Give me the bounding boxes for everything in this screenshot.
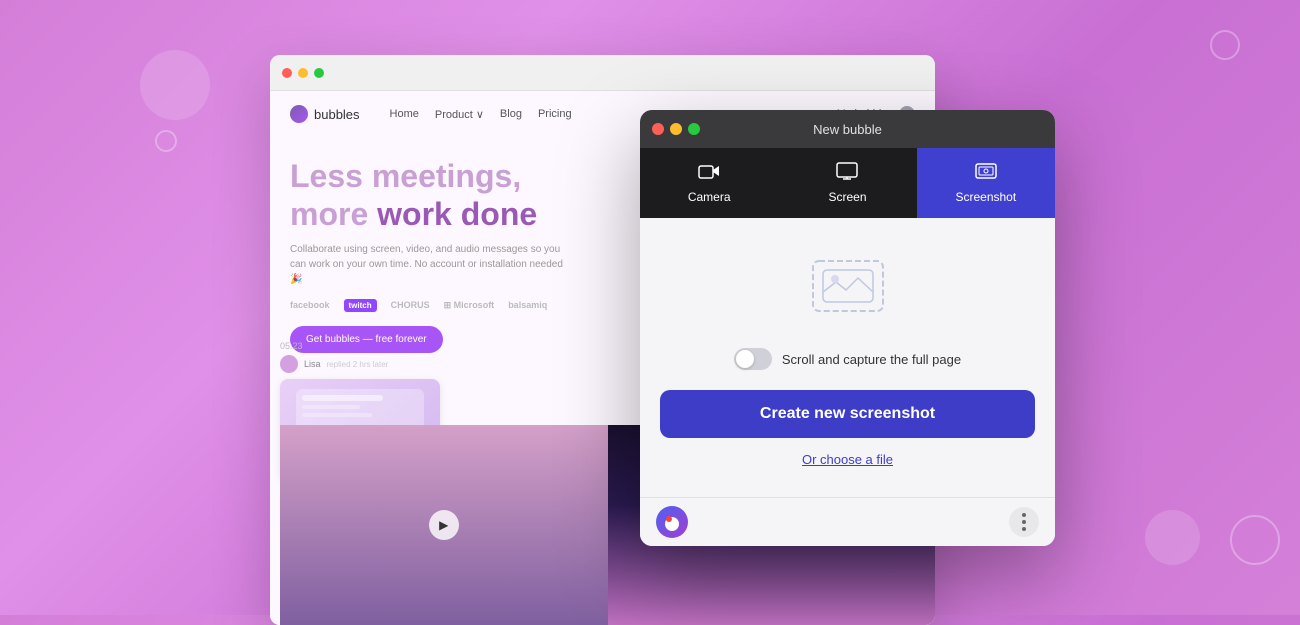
hero-description: Collaborate using screen, video, and aud… [290, 242, 570, 287]
chat-user-lisa: Lisa replied 2 hrs later [280, 355, 480, 373]
more-options-button[interactable] [1009, 507, 1039, 537]
popup-window: New bubble Camera Screen [640, 110, 1055, 546]
screenshot-preview-icon [808, 256, 888, 321]
screenshot-icon-area [808, 248, 888, 328]
camera-icon [698, 162, 720, 185]
toggle-label: Scroll and capture the full page [782, 352, 961, 367]
choose-file-link[interactable]: Or choose a file [802, 452, 893, 467]
logo-text: bubbles [314, 107, 360, 122]
bubbles-logo-footer [656, 506, 688, 538]
popup-window-controls [652, 123, 700, 135]
create-screenshot-button[interactable]: Create new screenshot [660, 390, 1035, 438]
bg-circle-outline-3 [1230, 515, 1280, 565]
nav-pricing[interactable]: Pricing [538, 108, 572, 121]
brand-balsamiq: balsamiq [508, 300, 547, 310]
bg-circle-1 [140, 50, 210, 120]
nav-blog[interactable]: Blog [500, 108, 522, 121]
chat-avatar-lisa [280, 355, 298, 373]
brand-facebook: facebook [290, 300, 330, 310]
browser-dot-yellow [298, 68, 308, 78]
tab-screenshot[interactable]: Screenshot [917, 148, 1055, 218]
brand-chorus: CHORUS [391, 300, 430, 310]
popup-footer [640, 497, 1055, 546]
brand-microsoft: ⊞ Microsoft [444, 300, 495, 311]
video-preview-1: ▶ [280, 425, 608, 625]
website-logo: bubbles [290, 105, 360, 123]
nav-links: Home Product ∨ Blog Pricing [390, 108, 572, 121]
more-dots-icon [1022, 513, 1026, 531]
tab-camera[interactable]: Camera [640, 148, 778, 218]
nav-home[interactable]: Home [390, 108, 419, 121]
popup-minimize-dot[interactable] [670, 123, 682, 135]
play-button[interactable]: ▶ [429, 510, 459, 540]
screen-icon [836, 162, 858, 185]
bg-circle-2 [1145, 510, 1200, 565]
nav-product[interactable]: Product ∨ [435, 108, 484, 121]
popup-close-dot[interactable] [652, 123, 664, 135]
scroll-capture-toggle[interactable] [734, 348, 772, 370]
browser-dot-red [282, 68, 292, 78]
toggle-row: Scroll and capture the full page [660, 348, 1035, 370]
popup-titlebar: New bubble [640, 110, 1055, 148]
tab-screen-label: Screen [828, 190, 866, 204]
popup-body: Scroll and capture the full page Create … [640, 218, 1055, 497]
browser-topbar [270, 55, 935, 91]
tab-camera-label: Camera [688, 190, 731, 204]
person-video: ▶ [280, 425, 608, 625]
brand-twitch: twitch [344, 299, 377, 312]
logo-icon [290, 105, 308, 123]
chat-name-lisa: Lisa [304, 359, 321, 369]
tab-screen[interactable]: Screen [778, 148, 916, 218]
popup-maximize-dot[interactable] [688, 123, 700, 135]
screenshot-icon [975, 162, 997, 185]
bg-circle-outline-1 [155, 130, 177, 152]
chat-time: 05:23 [280, 341, 480, 351]
popup-tabs: Camera Screen Screenshot [640, 148, 1055, 218]
browser-dot-green [314, 68, 324, 78]
bg-circle-outline-2 [1210, 30, 1240, 60]
popup-title: New bubble [813, 122, 882, 137]
tab-screenshot-label: Screenshot [955, 190, 1016, 204]
